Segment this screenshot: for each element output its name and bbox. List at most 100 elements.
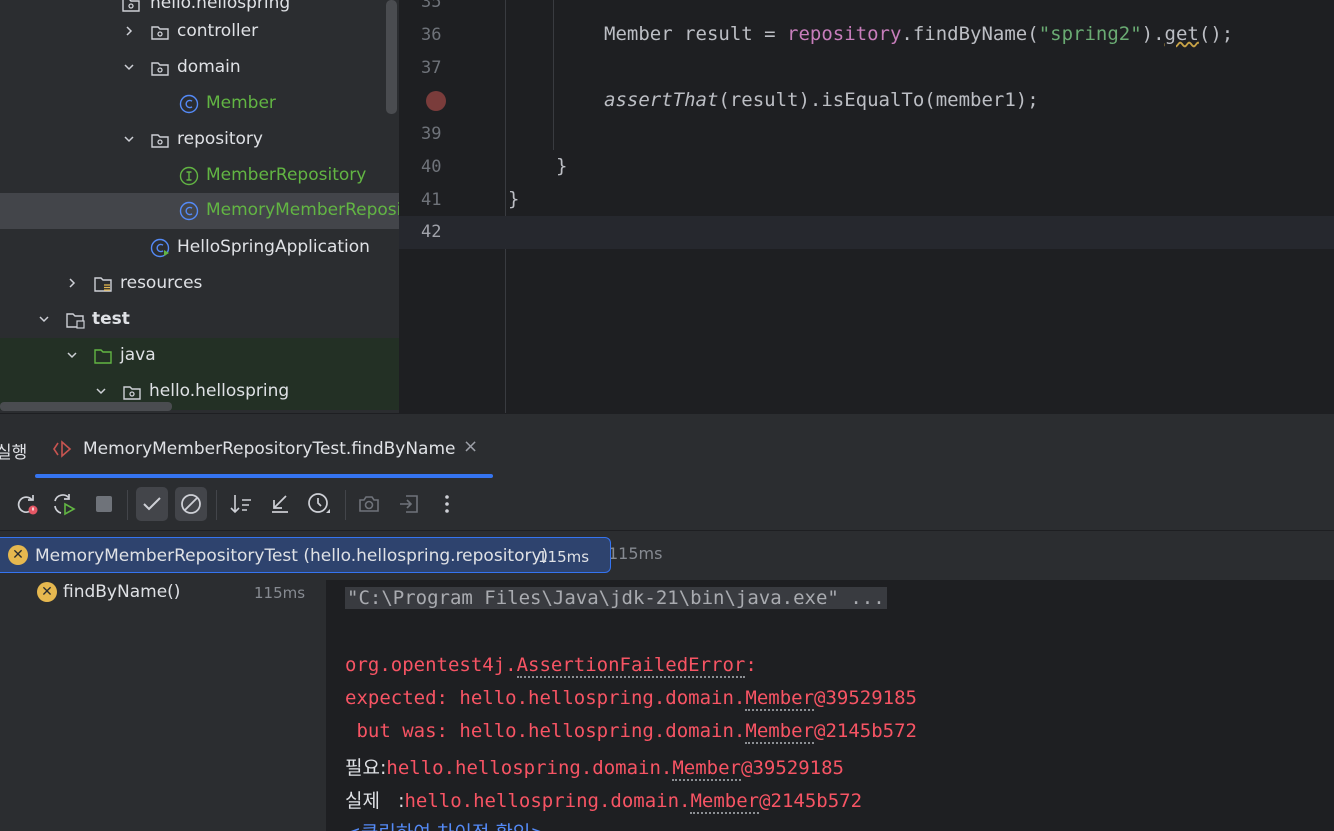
chevron-down-icon[interactable] — [122, 60, 136, 74]
package-icon — [123, 386, 141, 400]
show-passed-button[interactable] — [136, 487, 168, 521]
console-line: 필요:hello.hellospring.domain.Member@39529… — [345, 757, 844, 781]
code-line[interactable]: 39 — [399, 118, 1334, 151]
show-difference-link[interactable]: <클릭하여 차이점 확인> — [345, 818, 546, 831]
tree-item-label: HelloSpringApplication — [177, 237, 370, 257]
tree-item-label: MemberRepository — [206, 165, 367, 185]
collapse-icon — [272, 495, 288, 513]
tree-item-label: controller — [177, 21, 259, 41]
code-line[interactable]: assertThat(result).isEqualTo(member1); — [399, 85, 1334, 118]
code-line[interactable]: 36 Member result = repository.findByName… — [399, 19, 1334, 52]
code-line[interactable]: 35 — [399, 0, 1334, 19]
resources-folder-icon — [94, 277, 112, 292]
chevron-right-icon[interactable] — [65, 276, 79, 290]
clock-icon — [308, 493, 330, 513]
more-options-button[interactable] — [433, 490, 461, 518]
code-line[interactable]: 41 } — [399, 184, 1334, 217]
package-icon — [151, 134, 169, 148]
test-failed-tab-icon — [53, 440, 72, 458]
tree-item-resources[interactable]: resources — [0, 266, 399, 302]
code-text: } — [556, 155, 568, 177]
tab-label: MemoryMemberRepositoryTest.findByName — [83, 439, 456, 459]
console-line: "C:\Program Files\Java\jdk-21\bin\java.e… — [345, 587, 887, 609]
run-toolbar — [0, 478, 1334, 531]
current-code-line[interactable]: 42 — [399, 216, 1334, 249]
spring-boot-class-icon — [150, 238, 170, 258]
line-number: 39 — [421, 124, 442, 144]
code-line[interactable]: 37 — [399, 52, 1334, 85]
tree-vertical-scrollbar[interactable] — [386, 0, 397, 114]
chevron-down-icon[interactable] — [37, 312, 51, 326]
breakpoint-icon[interactable] — [426, 91, 446, 111]
test-history-button[interactable] — [305, 490, 333, 518]
import-tests-button[interactable] — [395, 490, 423, 518]
test-result-root[interactable]: ✕ MemoryMemberRepositoryTest (hello.hell… — [0, 537, 611, 573]
chevron-down-icon[interactable] — [65, 348, 79, 362]
interface-icon — [179, 166, 199, 186]
test-failed-icon: ✕ — [8, 545, 28, 565]
tree-item-repository[interactable]: repository — [0, 122, 399, 158]
screenshot-button[interactable] — [355, 490, 383, 518]
test-console-output[interactable]: 115ms "C:\Program Files\Java\jdk-21\bin\… — [326, 531, 1334, 831]
code-text: } — [508, 188, 520, 210]
chevron-down-icon[interactable] — [122, 132, 136, 146]
line-number: 40 — [421, 157, 442, 177]
tree-item-domain[interactable]: domain — [0, 50, 399, 86]
tree-item-label: repository — [177, 129, 263, 149]
tree-item-memorymemberrepository[interactable]: MemoryMemberRepository — [0, 193, 399, 229]
chevron-down-icon[interactable] — [94, 384, 108, 398]
collapse-all-button[interactable] — [266, 490, 294, 518]
close-tab-icon[interactable]: × — [463, 436, 478, 457]
tree-item-java[interactable]: java — [0, 338, 399, 374]
tree-item-test[interactable]: test — [0, 302, 399, 338]
console-line: expected: hello.hellospring.domain.Membe… — [345, 687, 917, 711]
tree-item-label: Member — [206, 93, 276, 113]
toggle-auto-test-button[interactable] — [50, 490, 78, 518]
package-icon — [151, 26, 169, 40]
run-tool-window-header: 실행 MemoryMemberRepositoryTest.findByName… — [0, 413, 1334, 478]
stop-button[interactable] — [90, 490, 118, 518]
sort-button[interactable] — [228, 490, 256, 518]
rerun-failed-icon — [17, 495, 38, 515]
test-failed-icon: ✕ — [37, 582, 57, 602]
tree-item-label: hello.hellospring — [149, 381, 290, 401]
tree-horizontal-scrollbar[interactable] — [0, 402, 172, 411]
rerun-button[interactable] — [12, 490, 40, 518]
toolbar-separator — [345, 490, 346, 520]
tree-item-label: java — [120, 345, 156, 365]
code-editor[interactable]: 35 36 Member result = repository.findByN… — [399, 0, 1334, 413]
test-method-label: findByName() — [63, 582, 181, 602]
console-line: but was: hello.hellospring.domain.Member… — [345, 720, 917, 744]
camera-icon — [359, 496, 379, 512]
import-icon — [400, 495, 418, 513]
tree-item-hellospringapplication[interactable]: HelloSpringApplication — [0, 230, 399, 266]
show-ignored-button[interactable] — [175, 487, 207, 521]
tree-item-controller[interactable]: controller — [0, 14, 399, 50]
class-icon — [179, 201, 199, 221]
code-text: assertThat(result).isEqualTo(member1); — [604, 89, 1039, 111]
check-icon — [143, 497, 161, 511]
toolbar-separator — [127, 490, 128, 520]
auto-rerun-icon — [54, 494, 76, 516]
line-number: 35 — [421, 0, 442, 12]
tree-item-label: MemoryMemberRepository — [206, 200, 399, 220]
test-source-folder-icon — [94, 349, 112, 364]
run-configuration-tab[interactable]: MemoryMemberRepositoryTest.findByName × — [35, 414, 493, 478]
sort-icon — [230, 495, 251, 514]
more-vertical-icon — [445, 495, 449, 513]
tree-item-member[interactable]: Member — [0, 86, 399, 122]
console-line: 실제 :hello.hellospring.domain.Member@2145… — [345, 790, 863, 814]
tree-item-label: resources — [120, 273, 203, 293]
package-icon — [122, 0, 140, 12]
total-duration: 115ms — [608, 544, 663, 563]
ignored-icon — [181, 494, 201, 514]
code-line[interactable]: 40 } — [399, 151, 1334, 184]
test-duration: 115ms — [254, 584, 306, 602]
line-number: 36 — [421, 25, 442, 45]
tool-window-title: 실행 — [0, 443, 28, 463]
tree-item-label: test — [92, 309, 130, 329]
tree-item-memberrepository[interactable]: MemberRepository — [0, 158, 399, 194]
test-result-item[interactable]: ✕ findByName() 115ms — [0, 576, 326, 610]
chevron-right-icon[interactable] — [122, 24, 136, 38]
test-duration: 115ms — [538, 548, 590, 566]
